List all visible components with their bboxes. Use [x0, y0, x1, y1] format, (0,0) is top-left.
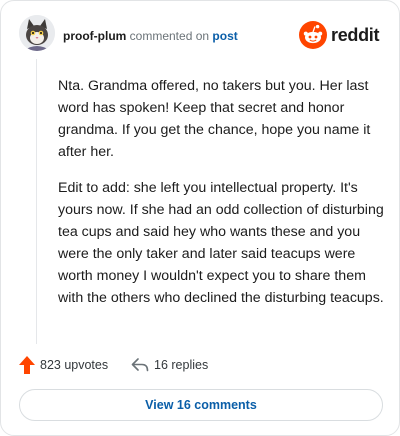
- thread-line: [36, 59, 37, 344]
- reply-count: 16 replies: [154, 358, 209, 372]
- post-link[interactable]: post: [212, 29, 237, 43]
- replies-button[interactable]: 16 replies: [131, 353, 208, 377]
- comment-paragraph: Edit to add: she left you intellectual p…: [58, 180, 384, 306]
- reddit-snoo-icon: [299, 21, 327, 49]
- view-comments-button[interactable]: View 16 comments: [19, 389, 383, 421]
- comment-meta: proof-plum commented on post: [63, 28, 238, 44]
- upvote-arrow-icon: [19, 356, 35, 374]
- username-link[interactable]: proof-plum: [63, 29, 126, 43]
- meta-verb: commented on: [129, 29, 210, 43]
- upvote-count: 823 upvotes: [40, 358, 109, 372]
- reddit-logo-text: reddit: [331, 25, 380, 45]
- comment-actions: 823 upvotes 16 replies: [19, 353, 389, 377]
- comment-paragraph: Nta. Grandma offered, no takers but you.…: [58, 78, 371, 160]
- comment-card: proof-plum commented on post reddit Nta.…: [0, 0, 400, 436]
- comment-header: proof-plum commented on post reddit: [19, 15, 385, 55]
- upvote-button[interactable]: 823 upvotes: [19, 353, 108, 377]
- cat-avatar-icon[interactable]: [19, 15, 55, 51]
- reddit-logo[interactable]: reddit: [299, 20, 385, 50]
- reply-arrow-icon: [131, 358, 149, 372]
- comment-body: Nta. Grandma offered, no takers but you.…: [58, 75, 388, 323]
